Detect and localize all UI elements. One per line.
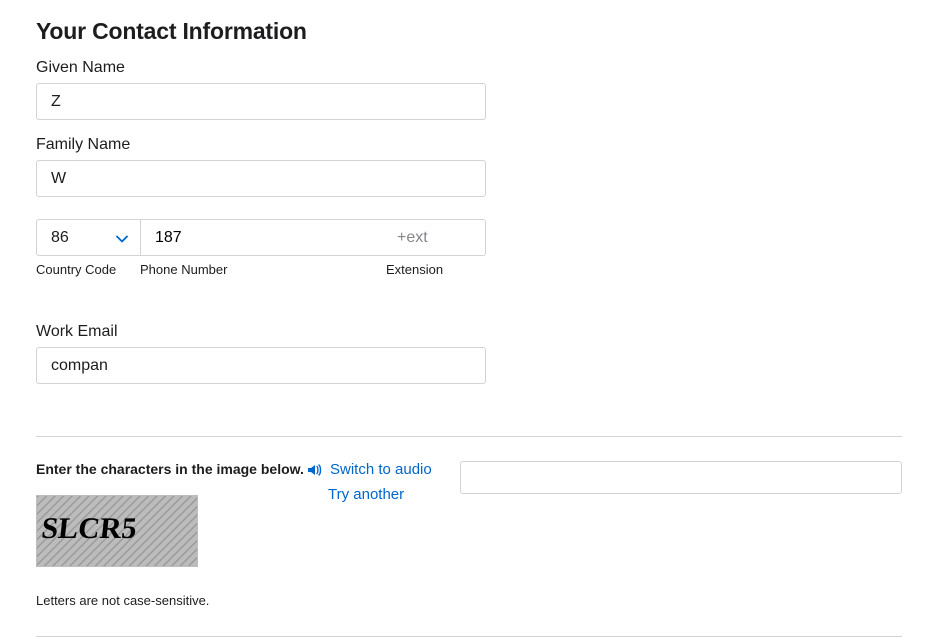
try-another-label: Try another [328,486,404,503]
captcha-image: SLCR5 [36,495,198,567]
family-name-field: Family Name [36,136,902,197]
phone-field: 86 Country Code Phone Number Extension [36,219,902,277]
try-another-link[interactable]: Try another [306,486,460,503]
extension-input[interactable] [385,220,485,255]
phone-number-label: Phone Number [140,262,386,277]
chevron-down-icon [116,232,128,244]
country-code-value: 86 [51,229,69,247]
given-name-input[interactable] [36,83,486,120]
work-email-label: Work Email [36,323,902,341]
audio-icon [306,462,322,478]
family-name-input[interactable] [36,160,486,197]
captcha-section: Enter the characters in the image below.… [36,437,902,636]
captcha-prompt: Enter the characters in the image below. [36,461,306,477]
captcha-input[interactable] [460,461,902,494]
country-code-select[interactable]: 86 [37,220,141,255]
switch-to-audio-link[interactable]: Switch to audio [306,461,460,478]
section-title: Your Contact Information [36,18,902,45]
captcha-text: SLCR5 [40,511,139,545]
work-email-field: Work Email [36,323,902,384]
extension-label: Extension [386,262,486,277]
phone-number-input[interactable] [141,220,385,255]
family-name-label: Family Name [36,136,902,154]
given-name-field: Given Name [36,59,902,120]
given-name-label: Given Name [36,59,902,77]
work-email-input[interactable] [36,347,486,384]
switch-to-audio-label: Switch to audio [330,461,432,478]
captcha-note: Letters are not case-sensitive. [36,593,306,608]
country-code-label: Country Code [36,262,140,277]
